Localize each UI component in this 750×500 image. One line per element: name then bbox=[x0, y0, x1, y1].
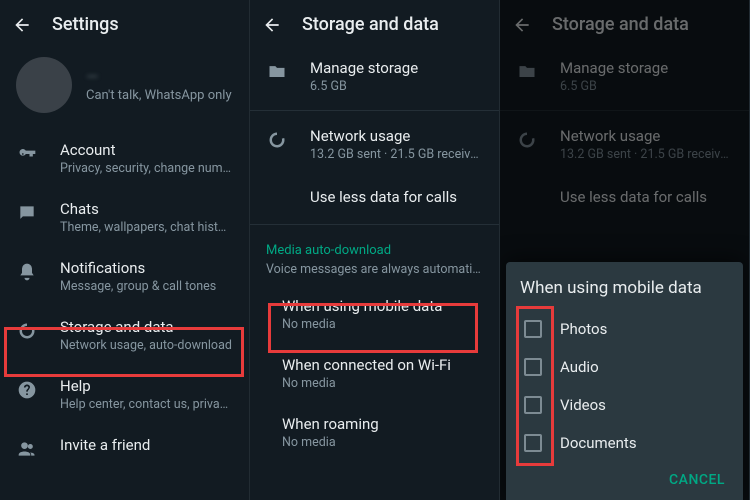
storage-panel-with-dialog: Storage and data Manage storage 6.5 GB N… bbox=[500, 0, 750, 500]
manage-storage-item[interactable]: Manage storage 6.5 GB bbox=[250, 47, 499, 106]
settings-item-account[interactable]: Account Privacy, security, change number bbox=[0, 129, 249, 188]
avatar bbox=[16, 57, 72, 113]
data-usage-icon bbox=[16, 320, 38, 342]
back-arrow-icon[interactable] bbox=[262, 15, 282, 35]
item-title: Network usage bbox=[310, 127, 483, 145]
item-title: When using mobile data bbox=[282, 297, 483, 315]
roaming-item[interactable]: When roaming No media bbox=[250, 403, 499, 462]
item-title: When roaming bbox=[282, 415, 483, 433]
mobile-data-item[interactable]: When using mobile data No media bbox=[250, 285, 499, 344]
section-header: Media auto-download bbox=[250, 229, 499, 262]
item-title: Invite a friend bbox=[60, 436, 150, 454]
dialog-title: When using mobile data bbox=[520, 278, 729, 298]
option-videos[interactable]: Videos bbox=[520, 386, 729, 424]
option-documents[interactable]: Documents bbox=[520, 424, 729, 462]
divider bbox=[250, 224, 499, 225]
header: Storage and data bbox=[250, 0, 499, 47]
item-title: Chats bbox=[60, 200, 233, 218]
item-sub: 13.2 GB sent · 21.5 GB received bbox=[310, 147, 483, 162]
people-icon bbox=[16, 438, 38, 460]
page-title: Settings bbox=[52, 14, 119, 35]
mobile-data-dialog: When using mobile data Photos Audio Vide… bbox=[506, 262, 743, 500]
settings-item-chats[interactable]: Chats Theme, wallpapers, chat history bbox=[0, 188, 249, 247]
network-usage-item[interactable]: Network usage 13.2 GB sent · 21.5 GB rec… bbox=[250, 115, 499, 174]
option-label: Videos bbox=[560, 396, 606, 414]
checkbox-icon[interactable] bbox=[524, 358, 542, 376]
item-sub: No media bbox=[282, 376, 483, 391]
chat-icon bbox=[16, 202, 38, 224]
option-label: Audio bbox=[560, 358, 599, 376]
item-title: Manage storage bbox=[310, 59, 418, 77]
profile-row[interactable]: — Can't talk, WhatsApp only bbox=[0, 47, 249, 129]
settings-panel: Settings — Can't talk, WhatsApp only Acc… bbox=[0, 0, 250, 500]
item-sub: 6.5 GB bbox=[310, 79, 418, 94]
item-title: Account bbox=[60, 141, 233, 159]
item-title: When connected on Wi-Fi bbox=[282, 356, 483, 374]
folder-icon bbox=[266, 61, 288, 83]
option-photos[interactable]: Photos bbox=[520, 310, 729, 348]
back-arrow-icon[interactable] bbox=[12, 15, 32, 35]
checkbox-icon[interactable] bbox=[524, 396, 542, 414]
item-title: Help bbox=[60, 377, 233, 395]
item-sub: Privacy, security, change number bbox=[60, 161, 233, 176]
settings-item-invite[interactable]: Invite a friend bbox=[0, 424, 249, 472]
data-usage-icon bbox=[266, 129, 288, 151]
help-icon bbox=[16, 379, 38, 401]
settings-item-storage[interactable]: Storage and data Network usage, auto-dow… bbox=[0, 306, 249, 365]
item-sub: No media bbox=[282, 435, 483, 450]
item-title: Storage and data bbox=[60, 318, 232, 336]
option-audio[interactable]: Audio bbox=[520, 348, 729, 386]
divider bbox=[250, 110, 499, 111]
checkbox-icon[interactable] bbox=[524, 320, 542, 338]
item-sub: Message, group & call tones bbox=[60, 279, 216, 294]
key-icon bbox=[16, 143, 38, 165]
header: Settings bbox=[0, 0, 249, 47]
use-less-data-item[interactable]: Use less data for calls bbox=[250, 174, 499, 220]
option-label: Photos bbox=[560, 320, 607, 338]
bell-icon bbox=[16, 261, 38, 283]
option-label: Documents bbox=[560, 434, 637, 452]
item-sub: Network usage, auto-download bbox=[60, 338, 232, 353]
wifi-item[interactable]: When connected on Wi-Fi No media bbox=[250, 344, 499, 403]
item-title: Notifications bbox=[60, 259, 216, 277]
item-sub: Help center, contact us, privacy policy bbox=[60, 397, 233, 412]
section-caption: Voice messages are always automatically … bbox=[250, 262, 499, 285]
storage-panel: Storage and data Manage storage 6.5 GB N… bbox=[250, 0, 500, 500]
settings-item-help[interactable]: Help Help center, contact us, privacy po… bbox=[0, 365, 249, 424]
page-title: Storage and data bbox=[302, 14, 439, 35]
checkbox-icon[interactable] bbox=[524, 434, 542, 452]
cancel-button[interactable]: CANCEL bbox=[669, 472, 725, 488]
item-sub: No media bbox=[282, 317, 483, 332]
item-sub: Theme, wallpapers, chat history bbox=[60, 220, 233, 235]
settings-item-notifications[interactable]: Notifications Message, group & call tone… bbox=[0, 247, 249, 306]
profile-name: — bbox=[86, 67, 232, 86]
profile-status: Can't talk, WhatsApp only bbox=[86, 88, 232, 103]
